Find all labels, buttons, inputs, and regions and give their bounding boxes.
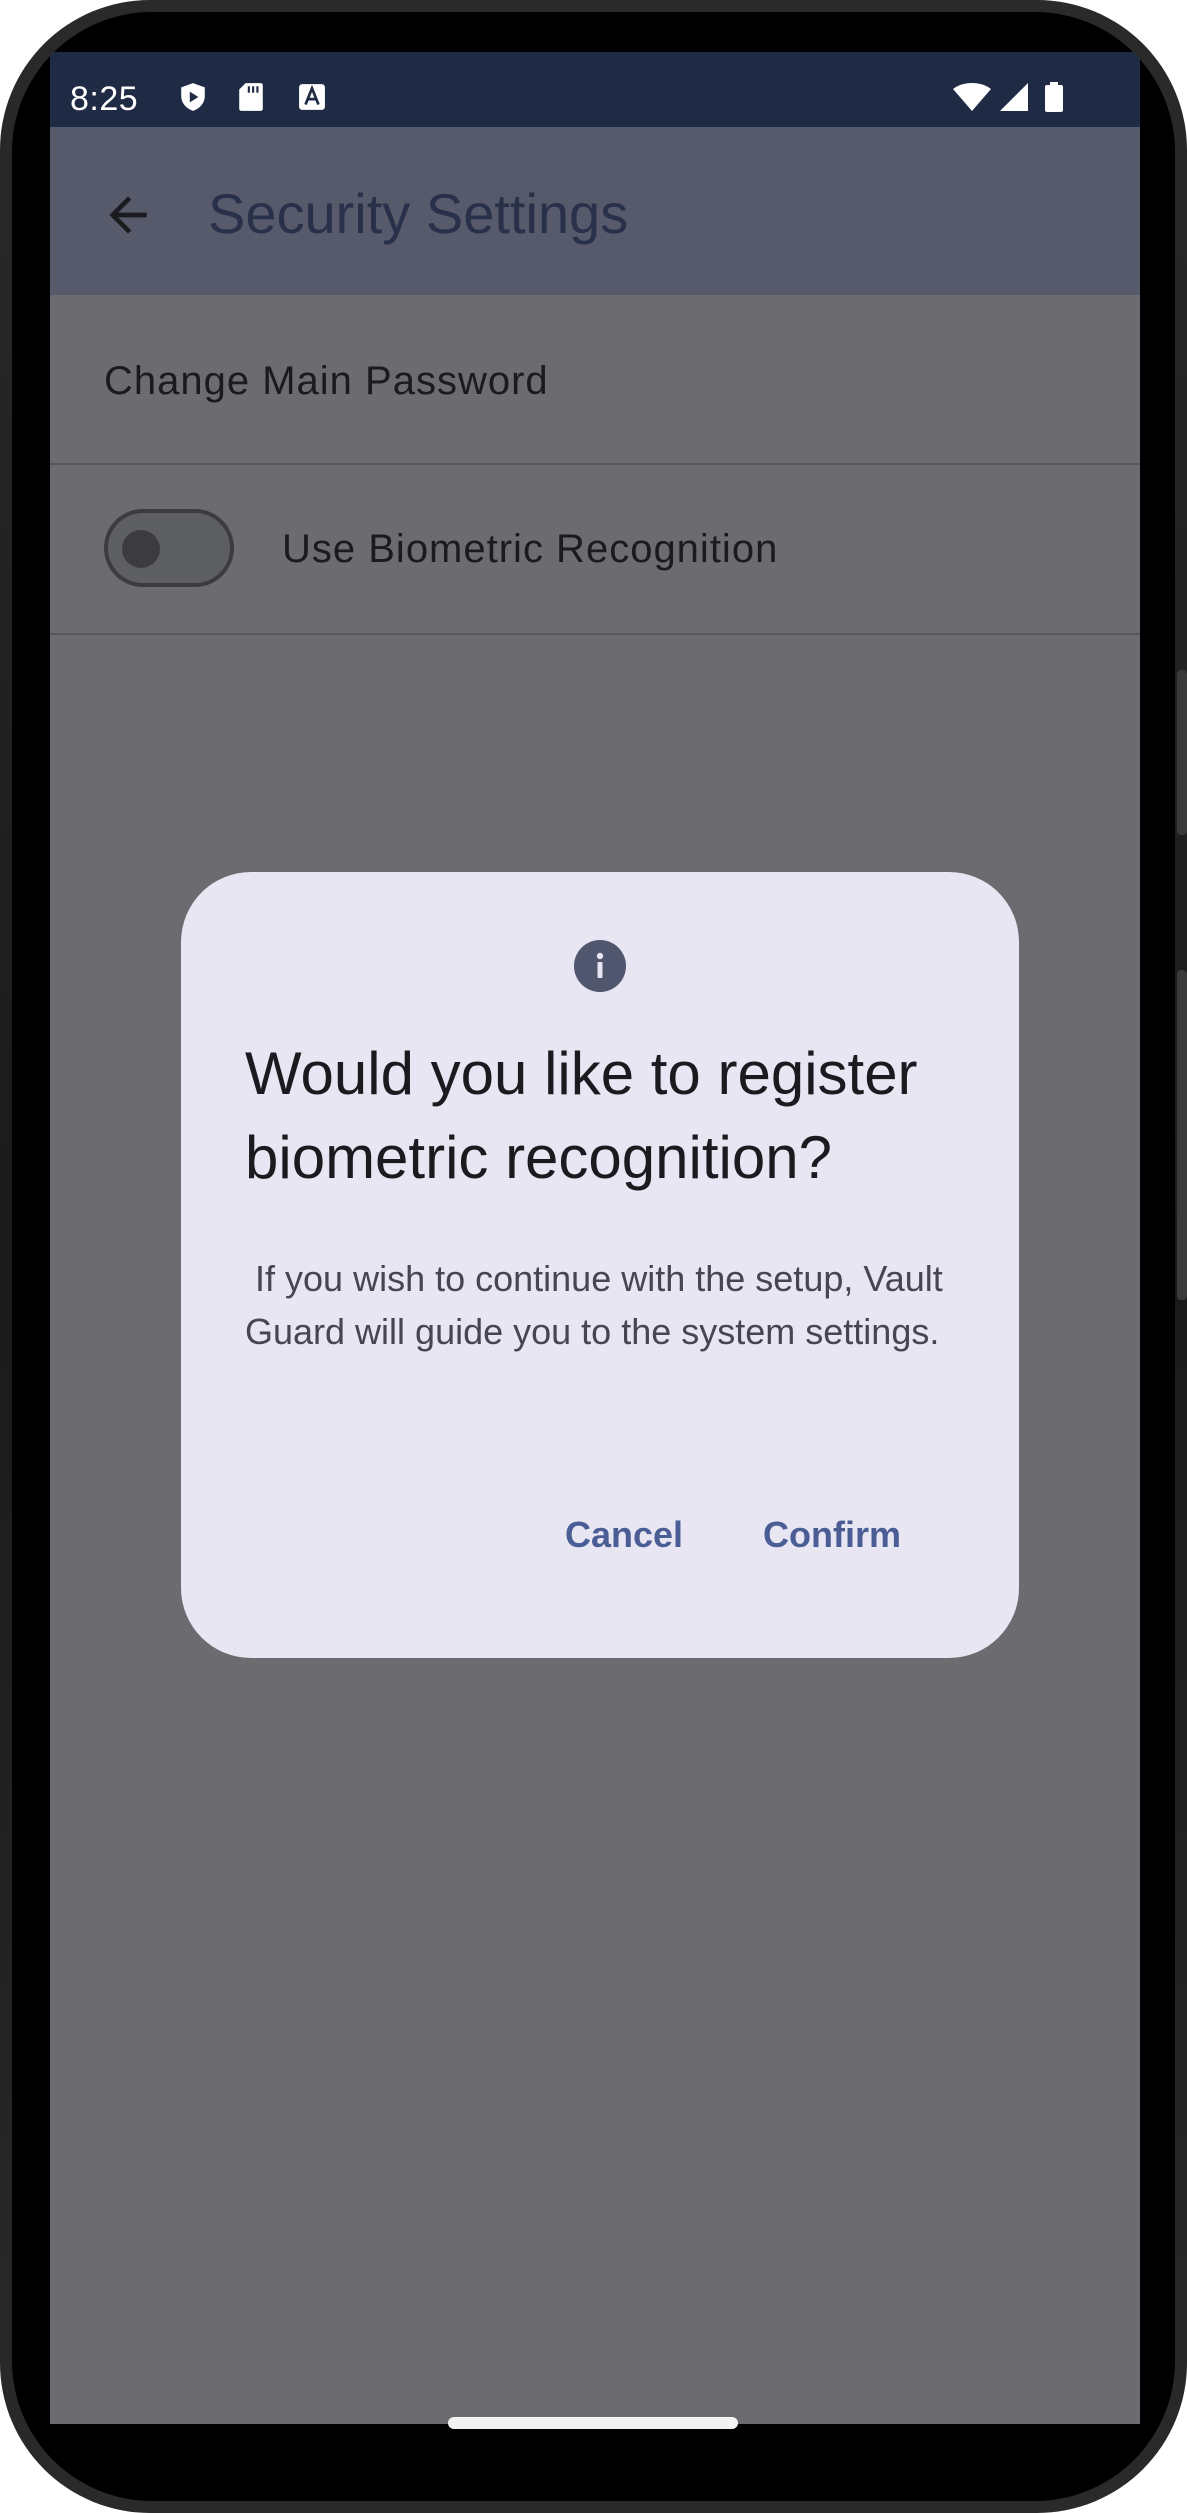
home-indicator[interactable] xyxy=(448,2417,738,2429)
screen: 8:25 Security Settings Change Main Passw… xyxy=(50,52,1140,2424)
change-password-item[interactable]: Change Main Password xyxy=(50,295,1140,465)
phone-frame: 8:25 Security Settings Change Main Passw… xyxy=(0,0,1187,2513)
change-password-label: Change Main Password xyxy=(104,359,549,403)
battery-icon xyxy=(1045,82,1063,112)
font-icon xyxy=(299,84,325,110)
volume-button xyxy=(1177,970,1187,1300)
status-time: 8:25 xyxy=(70,80,139,118)
wifi-icon xyxy=(953,83,991,111)
dialog-title: Would you like to register biometric rec… xyxy=(245,1040,918,1191)
shield-icon xyxy=(181,83,205,111)
toggle-knob xyxy=(122,530,160,568)
sd-card-icon xyxy=(239,83,263,111)
biometric-dialog: Would you like to register biometric rec… xyxy=(181,872,1019,1658)
phone-bezel: 8:25 Security Settings Change Main Passw… xyxy=(12,12,1175,2501)
signal-icon xyxy=(1000,83,1028,111)
power-button xyxy=(1177,670,1187,835)
confirm-button[interactable]: Confirm xyxy=(763,1514,901,1556)
app-bar: Security Settings xyxy=(50,127,1140,295)
page-title: Security Settings xyxy=(208,182,629,245)
info-icon xyxy=(574,940,626,992)
cancel-button[interactable]: Cancel xyxy=(565,1514,683,1556)
biometric-toggle[interactable] xyxy=(104,509,234,587)
status-bar: 8:25 xyxy=(50,52,1140,127)
biometric-label: Use Biometric Recognition xyxy=(282,527,779,571)
arrow-left-icon[interactable] xyxy=(100,187,156,243)
biometric-item[interactable]: Use Biometric Recognition xyxy=(50,465,1140,635)
dialog-body: If you wish to continue with the setup, … xyxy=(245,1258,953,1352)
